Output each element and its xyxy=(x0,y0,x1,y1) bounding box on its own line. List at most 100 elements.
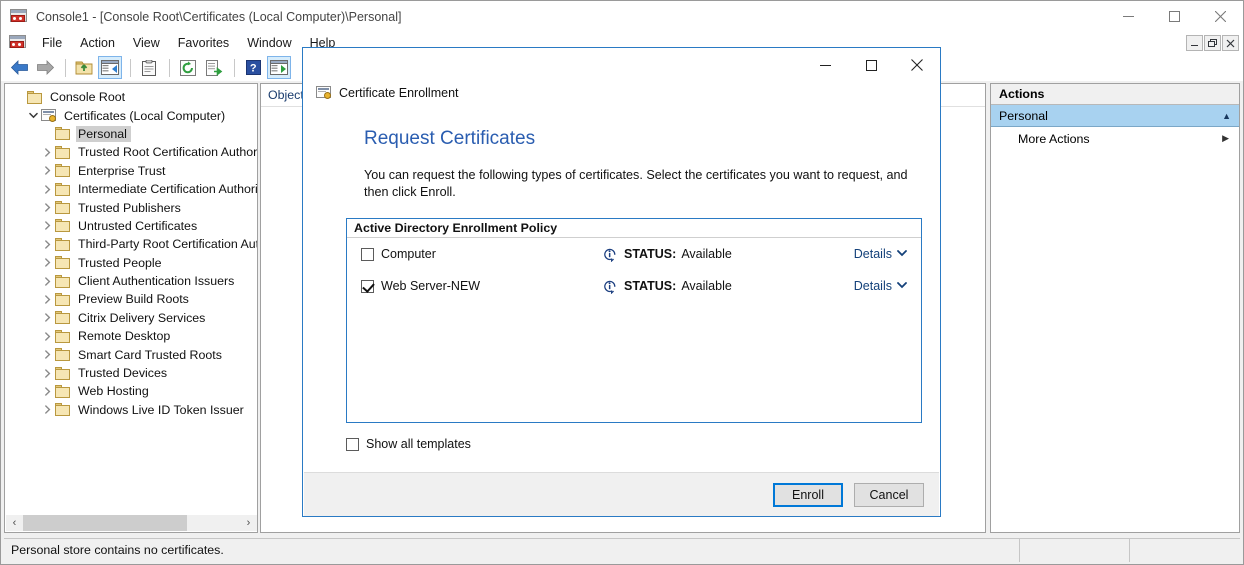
dialog-minimize-icon[interactable] xyxy=(802,49,848,82)
tree-node[interactable]: Trusted People xyxy=(5,254,257,272)
tree-node[interactable]: Citrix Delivery Services xyxy=(5,309,257,327)
menu-action[interactable]: Action xyxy=(71,34,124,52)
properties-icon[interactable] xyxy=(137,56,161,79)
chevron-right-icon[interactable] xyxy=(39,166,55,175)
tree-node[interactable]: Preview Build Roots xyxy=(5,290,257,308)
scroll-right-icon[interactable]: › xyxy=(240,515,257,531)
tree-node[interactable]: Trusted Devices xyxy=(5,364,257,382)
scroll-left-icon[interactable]: ‹ xyxy=(6,515,23,531)
show-action-pane-icon[interactable] xyxy=(267,56,291,79)
dialog-app-name: Certificate Enrollment xyxy=(339,86,459,100)
tree-node[interactable]: Trusted Root Certification Authorit xyxy=(5,143,257,161)
mdi-close-icon[interactable] xyxy=(1222,35,1239,51)
show-all-templates-row[interactable]: Show all templates xyxy=(346,437,919,451)
template-name: Computer xyxy=(381,247,436,261)
show-all-templates-checkbox[interactable] xyxy=(346,437,359,451)
details-label: Details xyxy=(853,247,892,261)
tree-node[interactable]: Personal xyxy=(5,125,257,143)
chevron-right-icon[interactable] xyxy=(39,332,55,341)
certificate-template-row[interactable]: Web Server-NEW STATUS: Available Details xyxy=(347,270,921,302)
scrollbar-track[interactable] xyxy=(23,515,240,531)
status-cell-3 xyxy=(1130,539,1238,562)
status-label: STATUS: xyxy=(624,247,677,261)
chevron-down-icon[interactable] xyxy=(25,111,41,120)
tree-node-label: Trusted Devices xyxy=(78,366,168,381)
tree-node[interactable]: Trusted Publishers xyxy=(5,198,257,216)
tree-horizontal-scrollbar[interactable]: ‹ › xyxy=(6,515,257,531)
tree-node-label: Preview Build Roots xyxy=(78,292,189,307)
tree-node[interactable]: Client Authentication Issuers xyxy=(5,272,257,290)
export-list-icon[interactable] xyxy=(202,56,226,79)
tree-node-label: Third-Party Root Certification Auth xyxy=(78,237,258,252)
actions-group-personal[interactable]: Personal ▲ xyxy=(991,105,1239,127)
tree-node-label: Trusted Publishers xyxy=(78,200,181,215)
folder-icon xyxy=(55,164,76,178)
dialog-maximize-icon[interactable] xyxy=(848,49,894,82)
chevron-right-icon[interactable] xyxy=(39,313,55,323)
tree-node-label: Trusted Root Certification Authorit xyxy=(78,145,258,160)
chevron-right-icon[interactable] xyxy=(39,276,55,286)
chevron-right-icon[interactable] xyxy=(39,405,55,415)
folder-icon xyxy=(55,384,76,398)
enroll-button[interactable]: Enroll xyxy=(773,482,843,507)
menu-favorites[interactable]: Favorites xyxy=(169,34,238,52)
folder-icon xyxy=(55,182,76,196)
tree-node[interactable]: Smart Card Trusted Roots xyxy=(5,345,257,363)
chevron-right-icon[interactable] xyxy=(39,350,55,359)
mdi-minimize-icon[interactable] xyxy=(1186,35,1203,51)
tree-node[interactable]: Web Hosting xyxy=(5,382,257,400)
tree-node[interactable]: Intermediate Certification Authorit xyxy=(5,180,257,198)
tree-node[interactable]: Third-Party Root Certification Auth xyxy=(5,235,257,253)
maximize-icon[interactable] xyxy=(1151,1,1197,32)
menu-window[interactable]: Window xyxy=(238,34,300,52)
minimize-icon[interactable] xyxy=(1105,1,1151,32)
back-icon[interactable] xyxy=(7,56,31,79)
close-icon[interactable] xyxy=(1197,1,1243,32)
tree-node-label: Smart Card Trusted Roots xyxy=(78,347,222,362)
chevron-down-icon[interactable] xyxy=(897,249,907,260)
status-label: STATUS: xyxy=(624,279,677,293)
folder-icon xyxy=(55,237,76,251)
tree-node[interactable]: Console Root xyxy=(5,88,257,106)
tree-node-label: Citrix Delivery Services xyxy=(78,310,206,325)
mdi-restore-icon[interactable] xyxy=(1204,35,1221,51)
scrollbar-thumb[interactable] xyxy=(23,515,187,531)
tree-node-label: Windows Live ID Token Issuer xyxy=(78,402,244,417)
tree-node-label: Web Hosting xyxy=(78,384,149,399)
folder-icon xyxy=(55,348,76,362)
chevron-right-icon[interactable] xyxy=(39,387,55,396)
show-hide-tree-icon[interactable] xyxy=(98,56,122,79)
chevron-right-icon[interactable] xyxy=(39,295,55,304)
chevron-right-icon[interactable] xyxy=(39,368,55,378)
tree-node-label: Remote Desktop xyxy=(78,329,171,344)
chevron-right-icon[interactable] xyxy=(39,240,55,249)
tree-node[interactable]: Windows Live ID Token Issuer xyxy=(5,401,257,419)
menu-view[interactable]: View xyxy=(124,34,169,52)
menu-file[interactable]: File xyxy=(33,34,71,52)
refresh-icon[interactable] xyxy=(176,56,200,79)
chevron-right-icon[interactable] xyxy=(39,184,55,194)
chevron-right-icon[interactable] xyxy=(39,258,55,267)
chevron-up-icon[interactable]: ▲ xyxy=(1222,111,1231,121)
cancel-button[interactable]: Cancel xyxy=(854,482,924,507)
chevron-right-icon[interactable] xyxy=(39,221,55,231)
chevron-right-icon[interactable] xyxy=(39,203,55,212)
forward-icon[interactable] xyxy=(33,56,57,79)
chevron-down-icon[interactable] xyxy=(897,281,907,292)
details-toggle[interactable]: Details xyxy=(854,247,907,261)
template-checkbox[interactable] xyxy=(361,279,374,293)
template-name: Web Server-NEW xyxy=(381,279,481,293)
dialog-close-icon[interactable] xyxy=(894,49,940,82)
details-toggle[interactable]: Details xyxy=(854,279,907,293)
tree-node[interactable]: Enterprise Trust xyxy=(5,162,257,180)
tree-node[interactable]: Untrusted Certificates xyxy=(5,217,257,235)
help-icon[interactable]: ? xyxy=(241,56,265,79)
action-more-actions[interactable]: More Actions ▶ xyxy=(991,127,1239,150)
tree-node[interactable]: Remote Desktop xyxy=(5,327,257,345)
tree-node[interactable]: Certificates (Local Computer) xyxy=(5,106,257,124)
triangle-right-icon: ▶ xyxy=(1222,133,1229,143)
template-checkbox[interactable] xyxy=(361,247,374,261)
certificate-template-row[interactable]: Computer STATUS: Available Details xyxy=(347,238,921,270)
up-folder-icon[interactable] xyxy=(72,56,96,79)
chevron-right-icon[interactable] xyxy=(39,148,55,157)
